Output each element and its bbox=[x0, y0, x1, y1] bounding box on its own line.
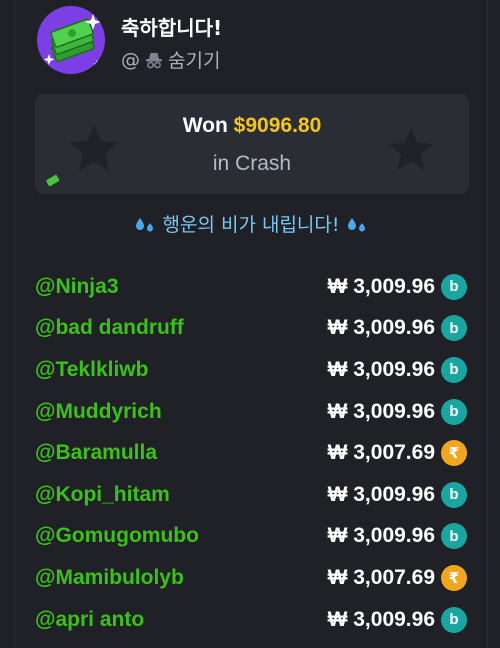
winner-row: @bad dandruff ₩ 3,009.96 b bbox=[35, 308, 467, 350]
winner-row: @Teklkliwb ₩ 3,009.96 b bbox=[35, 349, 467, 391]
winner-row: @Gomugomubo ₩ 3,009.96 b bbox=[35, 516, 467, 558]
win-summary-card: Won $9096.80 in Crash bbox=[35, 94, 469, 194]
winner-username[interactable]: @Kopi_hitam bbox=[35, 483, 170, 507]
won-amount: $9096.80 bbox=[233, 114, 322, 137]
money-stack-icon bbox=[43, 14, 101, 68]
winner-amount: ₩ 3,009.96 bbox=[327, 274, 435, 298]
winner-username[interactable]: @apri anto bbox=[35, 608, 144, 632]
handle-prefix: @ bbox=[121, 48, 140, 71]
winner-row: @Ninja3 ₩ 3,009.96 b bbox=[35, 266, 467, 308]
won-label: Won bbox=[182, 114, 228, 137]
won-line: Won $9096.80 bbox=[35, 114, 469, 138]
congrats-title: 축하합니다! bbox=[121, 16, 223, 40]
winner-amount: ₩ 3,009.96 bbox=[327, 524, 435, 548]
winner-row: @apri anto ₩ 3,009.96 b bbox=[35, 599, 467, 641]
winner-row: @Kopi_hitam ₩ 3,009.96 b bbox=[35, 474, 467, 516]
winner-username[interactable]: @Mamibulolyb bbox=[35, 566, 184, 590]
b-coin-icon: b bbox=[441, 606, 467, 633]
hidden-username: 숨기기 bbox=[168, 50, 221, 72]
winner-username[interactable]: @Gomugomubo bbox=[35, 524, 199, 548]
b-coin-icon: b bbox=[441, 398, 467, 425]
winner-username[interactable]: @Baramulla bbox=[35, 441, 157, 465]
winner-amount: ₩ 3,007.69 bbox=[327, 441, 435, 465]
money-bill-icon bbox=[46, 174, 60, 187]
hidden-user-line: @ 숨기기 bbox=[121, 46, 220, 73]
winner-username[interactable]: @Ninja3 bbox=[35, 275, 119, 299]
game-name: in Crash bbox=[212, 152, 292, 175]
winner-amount: ₩ 3,009.96 bbox=[327, 399, 435, 423]
winner-row: @Mamibulolyb ₩ 3,007.69 ₹ bbox=[35, 557, 467, 599]
winner-amount: ₩ 3,007.69 bbox=[327, 565, 435, 589]
b-coin-icon: b bbox=[441, 481, 467, 508]
rain-message: 행운의 비가 내립니다! bbox=[1, 210, 500, 237]
rupee-coin-icon: ₹ bbox=[441, 440, 467, 467]
winner-amount: ₩ 3,009.96 bbox=[327, 607, 435, 631]
incognito-hat-icon bbox=[146, 52, 162, 68]
winner-row: @Baramulla ₩ 3,007.69 ₹ bbox=[35, 432, 467, 474]
b-coin-icon: b bbox=[441, 356, 467, 383]
rupee-coin-icon: ₹ bbox=[441, 564, 467, 591]
sweat-droplets-icon bbox=[347, 218, 365, 232]
header: 축하합니다! @ 숨기기 bbox=[37, 6, 477, 76]
money-stack-avatar bbox=[37, 6, 105, 74]
b-coin-icon: b bbox=[441, 523, 467, 550]
winners-list: @Ninja3 ₩ 3,009.96 b @bad dandruff ₩ 3,00… bbox=[35, 266, 467, 640]
rain-notification-panel: 축하합니다! @ 숨기기 Won $9096.80 in Crash 행운의 비… bbox=[14, 0, 488, 648]
b-coin-icon: b bbox=[441, 315, 467, 342]
winner-username[interactable]: @Teklkliwb bbox=[35, 358, 148, 382]
winner-amount: ₩ 3,009.96 bbox=[327, 316, 435, 340]
winner-amount: ₩ 3,009.96 bbox=[327, 482, 435, 506]
sweat-droplets-icon bbox=[136, 218, 154, 232]
b-coin-icon: b bbox=[441, 273, 467, 300]
winner-username[interactable]: @Muddyrich bbox=[35, 400, 162, 424]
winner-amount: ₩ 3,009.96 bbox=[327, 357, 435, 381]
rain-text: 행운의 비가 내립니다! bbox=[162, 214, 340, 236]
winner-row: @Muddyrich ₩ 3,009.96 b bbox=[35, 391, 467, 433]
winner-username[interactable]: @bad dandruff bbox=[35, 316, 184, 340]
